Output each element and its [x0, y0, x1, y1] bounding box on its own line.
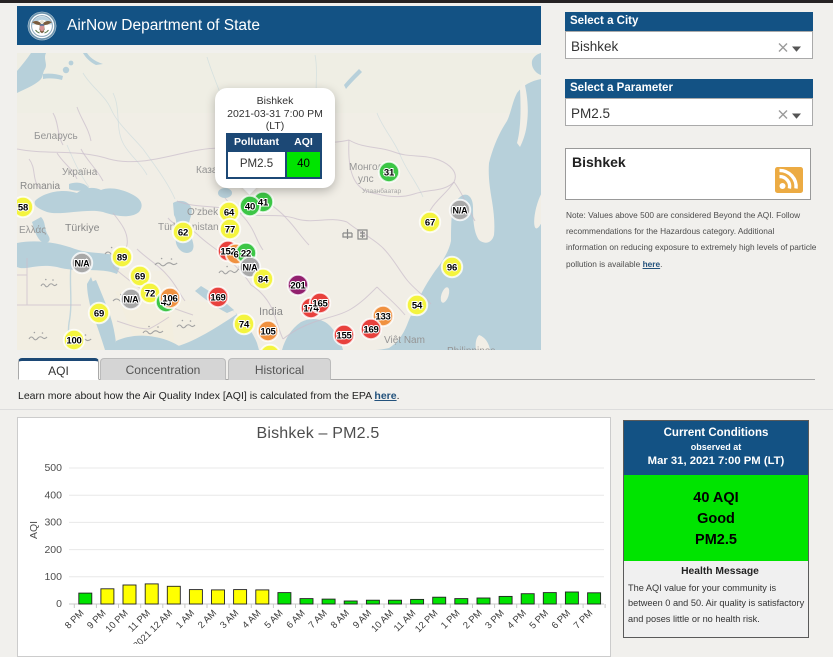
svg-text:133: 133 [375, 311, 390, 322]
svg-text:40: 40 [245, 201, 255, 212]
svg-text:4 PM: 4 PM [505, 608, 529, 632]
svg-text:100: 100 [66, 335, 81, 346]
svg-text:3 AM: 3 AM [218, 608, 241, 631]
svg-text:84: 84 [258, 274, 269, 285]
svg-text:67: 67 [425, 217, 435, 228]
svg-text:1 AM: 1 AM [174, 608, 197, 631]
svg-text:8 PM: 8 PM [63, 608, 87, 632]
svg-text:Philippines: Philippines [447, 346, 495, 350]
svg-text:улс: улс [358, 174, 374, 185]
svg-text:Україна: Україна [62, 167, 98, 178]
svg-text:105: 105 [260, 326, 276, 337]
svg-text:31: 31 [384, 167, 395, 178]
svg-text:300: 300 [44, 517, 62, 529]
svg-text:69: 69 [135, 271, 145, 282]
svg-text:N/A: N/A [243, 262, 259, 272]
svg-text:74: 74 [239, 319, 250, 330]
svg-text:Улаанбаатар: Улаанбаатар [362, 187, 401, 195]
svg-text:Việt Nam: Việt Nam [384, 335, 425, 346]
svg-text:4 AM: 4 AM [240, 608, 263, 631]
svg-text:Romania: Romania [20, 181, 60, 192]
svg-text:64: 64 [224, 207, 235, 218]
svg-text:6 PM: 6 PM [550, 608, 574, 632]
svg-text:7 AM: 7 AM [307, 608, 330, 631]
svg-text:10 AM: 10 AM [369, 608, 396, 635]
svg-text:N/A: N/A [453, 205, 469, 215]
svg-text:201: 201 [290, 280, 306, 291]
svg-text:1 PM: 1 PM [439, 608, 463, 632]
svg-text:89: 89 [117, 252, 127, 263]
svg-text:N/A: N/A [75, 258, 91, 268]
svg-text:77: 77 [225, 224, 235, 235]
svg-text:54: 54 [412, 300, 423, 311]
svg-text:India: India [259, 306, 284, 318]
svg-text:Ελλάς: Ελλάς [19, 224, 46, 236]
svg-text:22: 22 [241, 248, 251, 259]
svg-text:AQI: AQI [28, 521, 40, 539]
svg-text:169: 169 [363, 324, 378, 335]
svg-text:5 PM: 5 PM [527, 608, 551, 632]
svg-text:400: 400 [44, 489, 62, 501]
svg-text:11 AM: 11 AM [392, 608, 418, 634]
svg-text:155: 155 [336, 330, 352, 341]
svg-text:106: 106 [162, 293, 177, 304]
svg-text:Türkiye: Türkiye [65, 222, 100, 234]
svg-text:6 AM: 6 AM [285, 608, 308, 631]
svg-text:0: 0 [56, 598, 62, 610]
svg-text:8 AM: 8 AM [329, 608, 352, 631]
svg-text:12 PM: 12 PM [413, 608, 440, 635]
svg-text:Bishkek – PM2.5: Bishkek – PM2.5 [256, 425, 379, 442]
svg-text:7 PM: 7 PM [572, 608, 596, 632]
svg-text:169: 169 [210, 292, 225, 303]
svg-text:2 PM: 2 PM [461, 608, 485, 632]
svg-text:41: 41 [258, 197, 269, 208]
svg-text:200: 200 [44, 544, 62, 556]
svg-text:62: 62 [178, 227, 188, 238]
svg-text:3 PM: 3 PM [483, 608, 507, 632]
svg-text:69: 69 [94, 308, 104, 319]
svg-text:58: 58 [18, 202, 28, 213]
svg-text:6: 6 [233, 249, 238, 260]
svg-text:N/A: N/A [124, 294, 140, 304]
svg-text:5 AM: 5 AM [262, 608, 285, 631]
svg-text:96: 96 [447, 262, 457, 273]
svg-text:165: 165 [312, 298, 328, 309]
svg-text:72: 72 [145, 288, 155, 299]
svg-text:100: 100 [44, 571, 62, 583]
svg-text:500: 500 [44, 462, 62, 474]
svg-text:2 AM: 2 AM [196, 608, 219, 631]
svg-text:10 PM: 10 PM [103, 608, 130, 635]
svg-text:Беларусь: Беларусь [34, 131, 78, 142]
